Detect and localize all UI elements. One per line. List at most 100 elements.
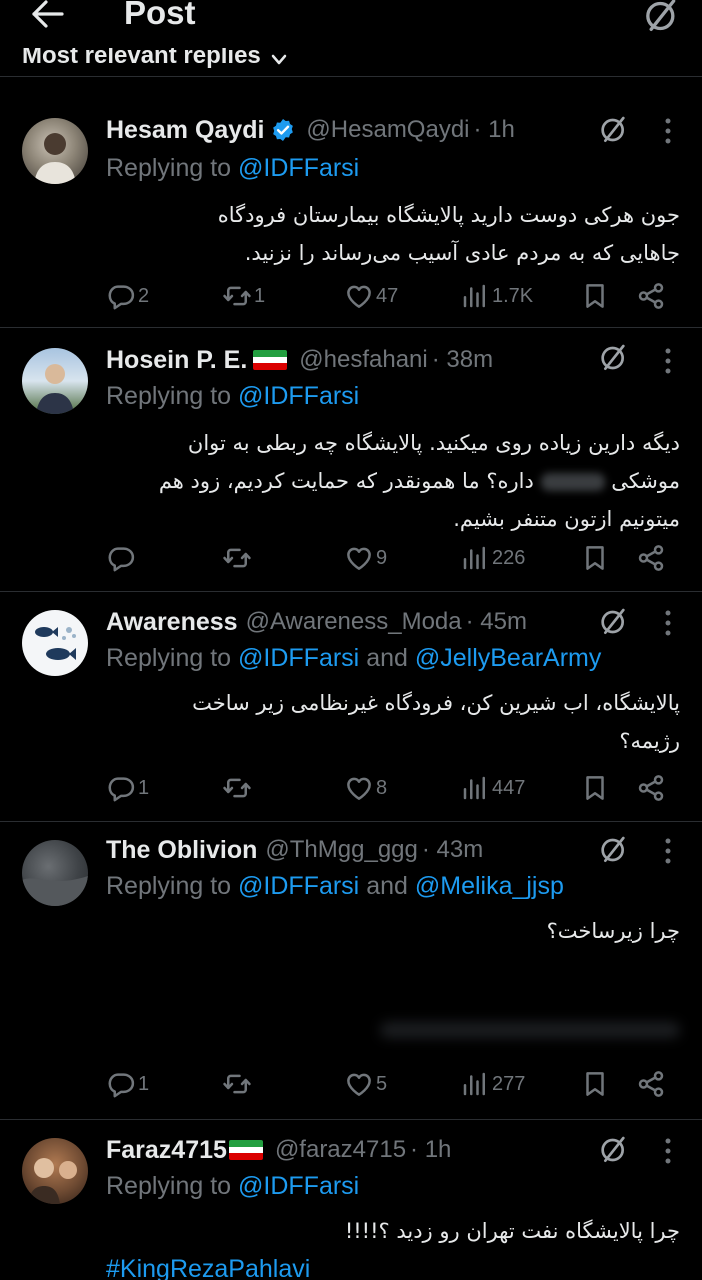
grok-icon[interactable] (596, 1134, 632, 1166)
reply-post[interactable]: Awareness @Awareness_Moda · 45m Replying… (0, 592, 702, 822)
chevron-down-icon (271, 54, 287, 65)
reply-post[interactable]: The Oblivion @ThMgg_ggg · 43m Replying t… (0, 822, 702, 1120)
views-icon (460, 773, 490, 803)
user-handle[interactable]: @Awareness_Moda (246, 608, 462, 636)
repost-button[interactable] (222, 1064, 254, 1104)
mention-link[interactable]: @IDFFarsi (238, 154, 359, 182)
reply-button[interactable]: 2 (106, 276, 149, 316)
reply-button[interactable]: 1 (106, 1064, 149, 1104)
avatar[interactable] (22, 118, 88, 184)
timestamp[interactable]: · 1h (410, 1136, 451, 1164)
display-name[interactable]: Hosein P. E. (106, 346, 247, 375)
share-button[interactable] (636, 768, 666, 808)
reply-icon (106, 1069, 136, 1099)
reply-text: جون هرکی دوست دارید پالایشگاه بیمارستان … (217, 203, 680, 265)
replying-to: Replying to @IDFFarsi and @Melika_jjsp (106, 872, 564, 900)
more-options-icon[interactable] (658, 116, 678, 146)
divider (0, 76, 702, 77)
page-title: Post (124, 0, 196, 31)
heart-icon (344, 281, 374, 311)
hashtag-link[interactable]: #KingRezaPahlavi (106, 1250, 680, 1280)
reply-sort-dropdown[interactable]: Most relevant replies (22, 48, 287, 76)
mention-link[interactable]: @Melika_jjsp (415, 872, 564, 900)
user-handle[interactable]: @hesfahani (299, 346, 427, 374)
reply-post[interactable]: Faraz4715 @faraz4715 · 1h Replying to @I… (0, 1120, 702, 1280)
mention-link[interactable]: @IDFFarsi (238, 872, 359, 900)
avatar[interactable] (22, 840, 88, 906)
grok-icon (640, 0, 684, 36)
more-options-icon[interactable] (658, 346, 678, 376)
bookmark-icon (580, 1069, 610, 1099)
grok-icon[interactable] (596, 114, 632, 146)
views-button[interactable]: 226 (460, 538, 525, 578)
mention-link[interactable]: @JellyBearArmy (415, 644, 602, 672)
action-bar: 2 1 47 1.7K (106, 276, 680, 316)
reply-button[interactable]: 1 (106, 768, 149, 808)
views-button[interactable]: 277 (460, 1064, 525, 1104)
user-handle[interactable]: @faraz4715 (275, 1136, 406, 1164)
share-button[interactable] (636, 1064, 666, 1104)
avatar[interactable] (22, 348, 88, 414)
more-options-icon[interactable] (658, 1136, 678, 1166)
repost-icon (222, 1069, 252, 1099)
bookmark-icon (580, 773, 610, 803)
bookmark-button[interactable] (580, 276, 610, 316)
display-name[interactable]: Awareness (106, 608, 238, 637)
arrow-left-icon (32, 0, 64, 28)
timestamp[interactable]: · 38m (432, 346, 493, 374)
repost-button[interactable] (222, 538, 254, 578)
like-button[interactable]: 5 (344, 1064, 387, 1104)
timestamp[interactable]: · 45m (466, 608, 527, 636)
more-options-icon[interactable] (658, 608, 678, 638)
verified-badge-icon (273, 118, 294, 142)
bookmark-icon (580, 281, 610, 311)
repost-button[interactable]: 1 (222, 276, 265, 316)
reply-text: چرا زیرساخت؟ (546, 919, 680, 943)
bookmark-button[interactable] (580, 538, 610, 578)
more-options-icon[interactable] (658, 836, 678, 866)
repost-icon (222, 773, 252, 803)
display-name[interactable]: Hesam Qaydi (106, 116, 264, 145)
avatar[interactable] (22, 610, 88, 676)
timestamp[interactable]: · 43m (422, 836, 483, 864)
share-icon (636, 773, 666, 803)
like-button[interactable]: 8 (344, 768, 387, 808)
redacted-word (540, 473, 605, 491)
reply-text: پالایشگاه، اب شیرین کن، فرودگاه غیرنظامی… (192, 691, 680, 753)
like-button[interactable]: 47 (344, 276, 398, 316)
reply-button[interactable] (106, 538, 138, 578)
share-button[interactable] (636, 538, 666, 578)
mention-link[interactable]: @IDFFarsi (238, 644, 359, 672)
blurred-region (380, 1022, 680, 1038)
user-handle[interactable]: @ThMgg_ggg (265, 836, 417, 864)
reply-icon (106, 773, 136, 803)
views-button[interactable]: 1.7K (460, 276, 533, 316)
action-bar: 1 5 277 (106, 1064, 680, 1104)
grok-icon[interactable] (596, 834, 632, 866)
bookmark-button[interactable] (580, 768, 610, 808)
display-name[interactable]: Faraz4715 (106, 1136, 227, 1165)
like-button[interactable]: 9 (344, 538, 387, 578)
replying-to: Replying to @IDFFarsi (106, 382, 360, 410)
avatar[interactable] (22, 1138, 88, 1204)
grok-icon[interactable] (596, 342, 632, 374)
share-button[interactable] (636, 276, 666, 316)
replying-to: Replying to @IDFFarsi (106, 1172, 360, 1200)
reply-post[interactable]: Hesam Qaydi @HesamQaydi · 1h Replying to… (0, 96, 702, 328)
iran-flag-icon (228, 1140, 263, 1160)
reply-icon (106, 281, 136, 311)
mention-link[interactable]: @IDFFarsi (238, 1172, 359, 1200)
back-button[interactable] (28, 0, 76, 40)
grok-icon[interactable] (596, 606, 632, 638)
mention-link[interactable]: @IDFFarsi (238, 382, 359, 410)
reply-text: چرا پالایشگاه نفت تهران رو زدید ؟!!!! #K… (106, 1212, 680, 1280)
bookmark-icon (580, 543, 610, 573)
timestamp[interactable]: · 1h (474, 116, 515, 144)
bookmark-button[interactable] (580, 1064, 610, 1104)
grok-button[interactable] (640, 0, 684, 36)
user-handle[interactable]: @HesamQaydi (306, 116, 469, 144)
reply-post[interactable]: Hosein P. E. @hesfahani · 38m Replying t… (0, 328, 702, 592)
views-button[interactable]: 447 (460, 768, 525, 808)
repost-button[interactable] (222, 768, 254, 808)
display-name[interactable]: The Oblivion (106, 836, 257, 865)
